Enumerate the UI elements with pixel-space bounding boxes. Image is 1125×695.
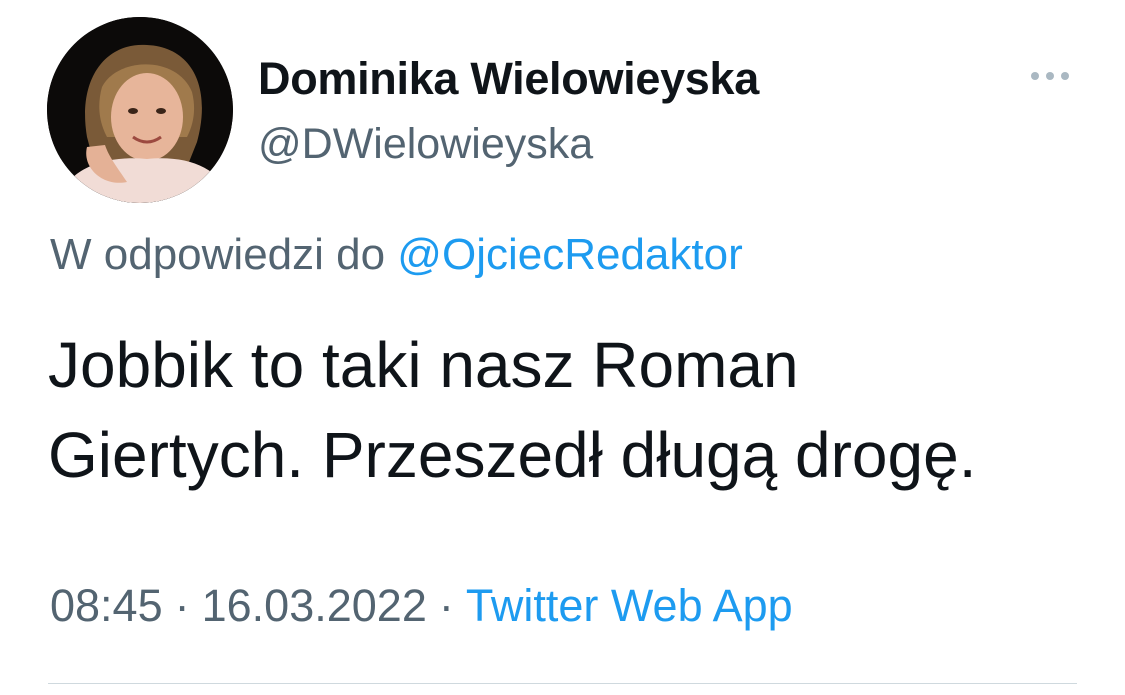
tweet-detail: Dominika Wielowieyska @DWielowieyska W o… bbox=[0, 0, 1125, 695]
avatar[interactable] bbox=[47, 17, 233, 203]
author-handle[interactable]: @DWielowieyska bbox=[258, 120, 593, 169]
avatar-portrait bbox=[47, 17, 233, 203]
tweet-time[interactable]: 08:45 bbox=[50, 580, 163, 631]
meta-separator: · bbox=[174, 580, 190, 631]
more-horizontal-icon bbox=[1031, 72, 1069, 80]
tweet-meta: 08:45 · 16.03.2022 · Twitter Web App bbox=[50, 580, 793, 632]
tweet-source-link[interactable]: Twitter Web App bbox=[466, 580, 793, 631]
reply-prefix: W odpowiedzi do bbox=[50, 230, 398, 279]
meta-separator: · bbox=[438, 580, 454, 631]
author-display-name[interactable]: Dominika Wielowieyska bbox=[258, 53, 759, 105]
more-options-button[interactable] bbox=[1024, 62, 1076, 90]
reply-mention-link[interactable]: @OjciecRedaktor bbox=[397, 230, 742, 279]
reply-context: W odpowiedzi do @OjciecRedaktor bbox=[50, 230, 743, 280]
tweet-text: Jobbik to taki nasz Roman Giertych. Prze… bbox=[48, 329, 977, 491]
divider bbox=[48, 683, 1077, 684]
tweet-date[interactable]: 16.03.2022 bbox=[202, 580, 427, 631]
